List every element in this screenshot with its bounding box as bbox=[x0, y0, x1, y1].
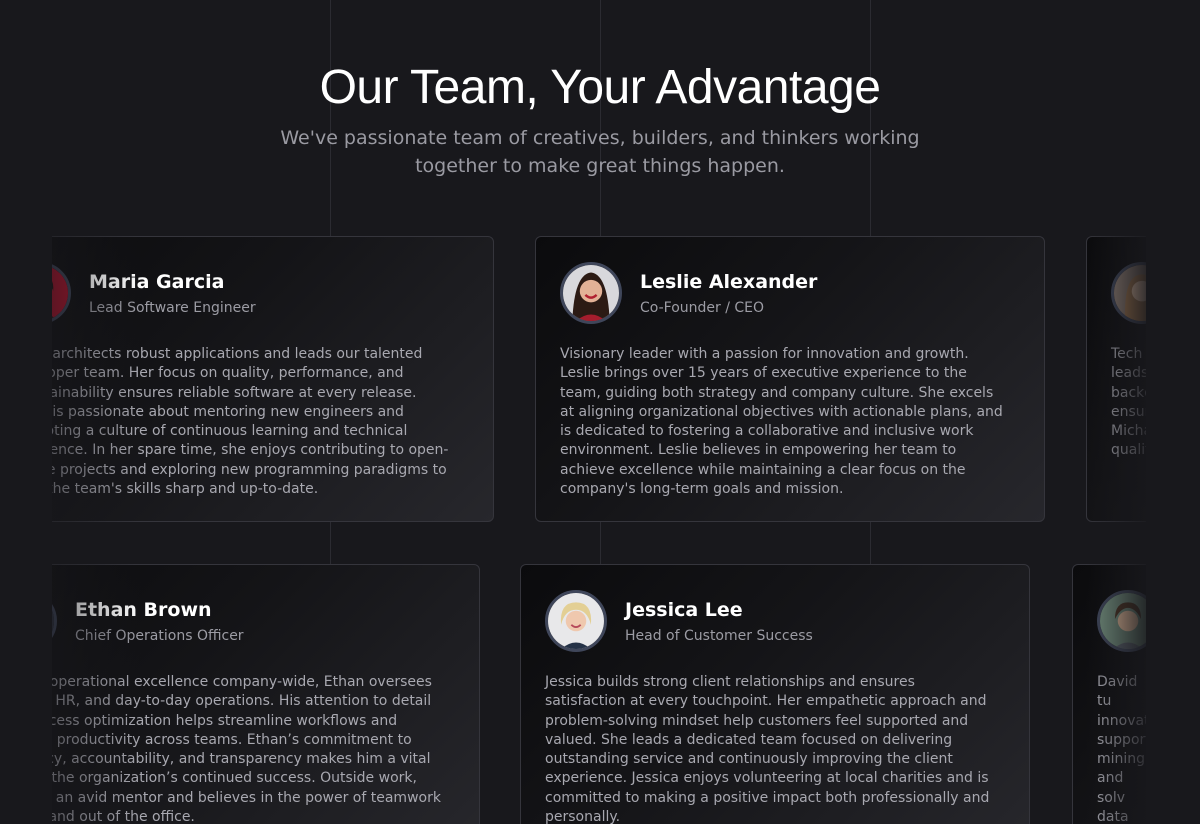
avatar bbox=[1111, 262, 1146, 324]
team-card-partial-right[interactable]: Tech i leads backg ensur Micha qualit bbox=[1086, 236, 1146, 522]
member-name: Leslie Alexander bbox=[640, 271, 817, 293]
avatar bbox=[560, 262, 622, 324]
member-role: Lead Software Engineer bbox=[89, 300, 256, 316]
member-name: Jessica Lee bbox=[625, 599, 743, 621]
member-role: Head of Customer Success bbox=[625, 628, 813, 644]
page-subtitle: We've passionate team of creatives, buil… bbox=[270, 124, 930, 180]
team-carousel-row-1[interactable]: Maria Garcia Lead Software Engineer Mari… bbox=[52, 236, 1146, 524]
team-card-ethan-brown[interactable]: Ethan Brown Chief Operations Officer Dri… bbox=[52, 564, 480, 824]
avatar bbox=[52, 262, 71, 324]
avatar bbox=[52, 590, 57, 652]
hero-section: Our Team, Your Advantage We've passionat… bbox=[0, 58, 1200, 180]
member-role: Chief Operations Officer bbox=[75, 628, 244, 644]
member-bio: Visionary leader with a passion for inno… bbox=[560, 345, 1010, 499]
member-role: Co-Founder / CEO bbox=[640, 300, 764, 316]
page-title: Our Team, Your Advantage bbox=[0, 58, 1200, 118]
team-card-partial-right[interactable]: David tu innovat support mining and solv… bbox=[1072, 564, 1146, 824]
avatar bbox=[545, 590, 607, 652]
member-bio: Maria architects robust applications and… bbox=[52, 345, 459, 499]
team-card-jessica-lee[interactable]: Jessica Lee Head of Customer Success Jes… bbox=[520, 564, 1030, 824]
portrait-icon bbox=[1114, 265, 1146, 321]
portrait-icon bbox=[52, 265, 68, 321]
member-name: Maria Garcia bbox=[89, 271, 224, 293]
member-bio: David tu innovat support mining and solv… bbox=[1097, 673, 1137, 824]
team-carousel-row-2[interactable]: Ethan Brown Chief Operations Officer Dri… bbox=[52, 564, 1146, 824]
team-card-maria-garcia[interactable]: Maria Garcia Lead Software Engineer Mari… bbox=[52, 236, 494, 522]
avatar bbox=[1097, 590, 1146, 652]
portrait-icon bbox=[563, 265, 619, 321]
team-card-leslie-alexander[interactable]: Leslie Alexander Co-Founder / CEO Vision… bbox=[535, 236, 1045, 522]
member-bio: Driving operational excellence company-w… bbox=[52, 673, 445, 824]
portrait-icon bbox=[548, 593, 604, 649]
member-bio: Tech i leads backg ensur Micha qualit bbox=[1111, 345, 1146, 461]
member-name: Ethan Brown bbox=[75, 599, 212, 621]
portrait-icon bbox=[52, 593, 54, 649]
member-bio: Jessica builds strong client relationshi… bbox=[545, 673, 995, 824]
portrait-icon bbox=[1100, 593, 1146, 649]
